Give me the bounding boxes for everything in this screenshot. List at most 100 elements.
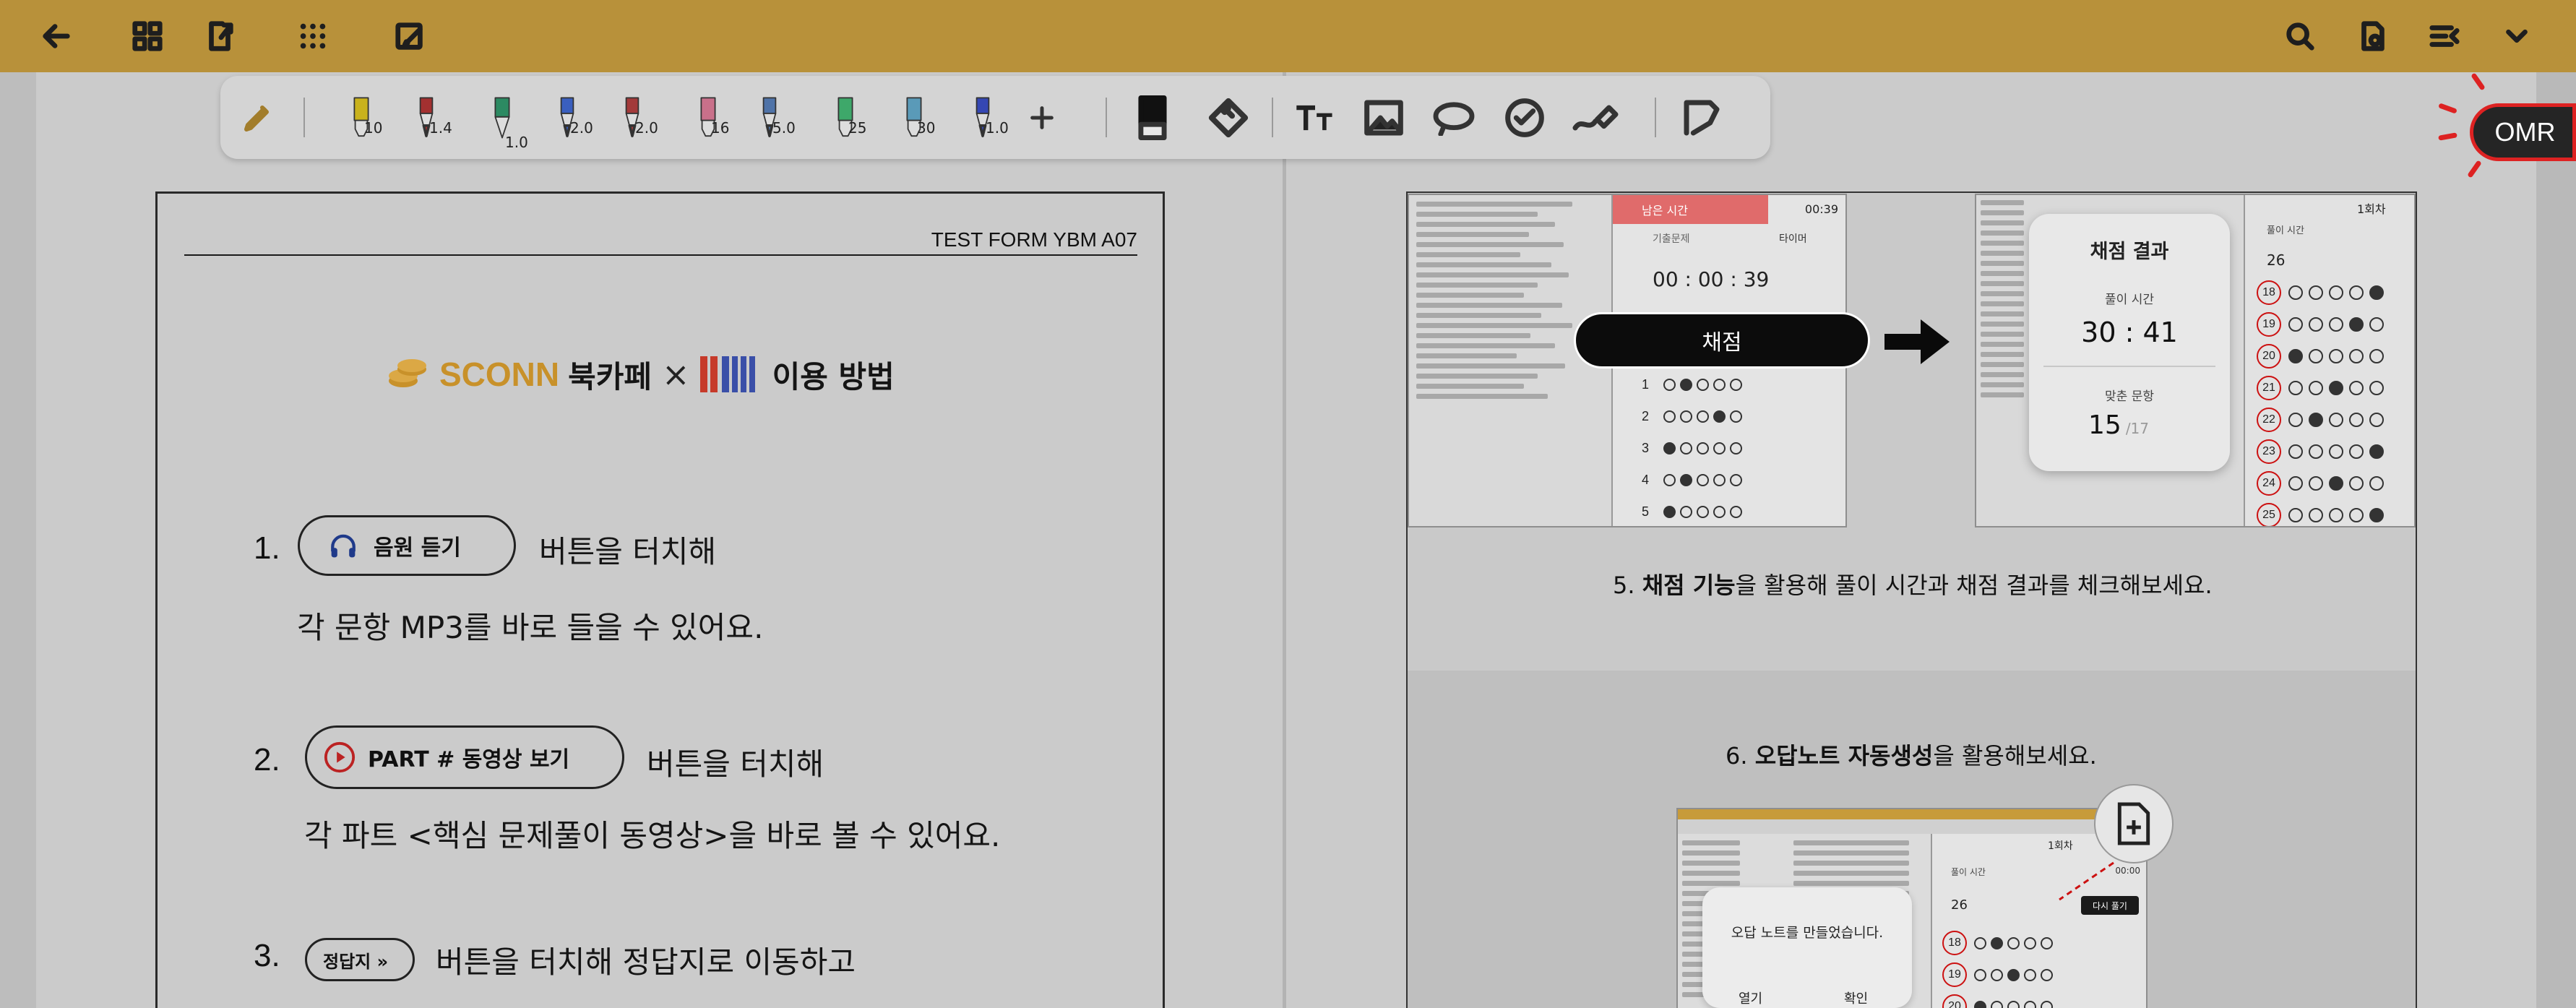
grid-icon[interactable]	[127, 16, 168, 56]
omr-row[interactable]: 18	[2257, 280, 2390, 305]
header-rule	[184, 254, 1137, 256]
remaining-time-bar: 남은 시간	[1613, 195, 1768, 224]
omr-button[interactable]: OMR	[2470, 103, 2576, 161]
omr-row[interactable]: 20	[1942, 994, 2057, 1008]
left-document: TEST FORM YBM A07 SCONN 북카페 × 이용 방법 1. 음…	[155, 191, 1165, 1008]
omr-row[interactable]: 25	[2257, 503, 2390, 526]
chevron-down-icon[interactable]	[2497, 16, 2537, 56]
caption-wrong-note-feature: 6. 오답노트 자동생성을 활용해보세요.	[1726, 742, 2097, 770]
omr-row[interactable]: 20	[2257, 344, 2390, 369]
pen-size-label: 1.0	[505, 134, 528, 151]
omr-row[interactable]: 19	[1942, 962, 2057, 987]
dialog-message: 오답 노트를 만들었습니다.	[1731, 925, 1884, 941]
pen-size-label: 25	[848, 119, 867, 137]
dialog-open-button[interactable]: 열기	[1739, 988, 1762, 1007]
remaining-time-label: 남은 시간	[1642, 204, 1688, 217]
omr-row[interactable]: 5	[1642, 504, 1746, 520]
round-label: 1회차	[2048, 840, 2073, 852]
pen-tool-8[interactable]: 25	[817, 76, 874, 159]
answer-key-label: 정답지 »	[323, 951, 389, 972]
result-card-title: 채점 결과	[2090, 241, 2169, 263]
answer-key-button[interactable]: 정답지 »	[305, 938, 415, 981]
pen-size-label: 1.4	[429, 119, 452, 137]
grading-result-card: 채점 결과 풀이 시간 30 : 41 맞춘 문항 15/17	[2029, 214, 2230, 471]
callout-dashed-lines	[2059, 861, 2114, 901]
right-margin	[2536, 72, 2576, 1008]
result-time-value: 30 : 41	[2081, 316, 2178, 348]
pen-tool-10[interactable]: 1.0	[954, 76, 1012, 159]
brand-x: ×	[662, 355, 690, 394]
omr-row[interactable]: 2	[1642, 409, 1746, 424]
pen-icon	[494, 97, 510, 138]
tablet-edit-icon[interactable]	[390, 16, 431, 56]
pen-size-label: 10	[364, 119, 383, 137]
step-1-number: 1.	[254, 530, 280, 566]
text-tool-icon[interactable]	[1290, 76, 1340, 159]
part-video-label: PART # 동영상 보기	[368, 747, 570, 772]
pen-size-label: 2.0	[635, 119, 658, 137]
pen-tool-9[interactable]: 30	[885, 76, 943, 159]
image-tool-icon[interactable]	[1358, 76, 1409, 159]
sconn-coin-logo-icon	[389, 359, 426, 387]
omr-row[interactable]: 1	[1642, 377, 1746, 392]
top-app-bar	[0, 0, 2576, 72]
pen-tool-7[interactable]: 5.0	[741, 76, 798, 159]
crop-lasso-icon[interactable]	[1676, 76, 1727, 159]
ruler-icon[interactable]	[1203, 76, 1254, 159]
share-export-icon[interactable]	[199, 16, 240, 56]
search-icon[interactable]	[2280, 16, 2320, 56]
omr-row[interactable]: 23	[2257, 439, 2390, 464]
toolbar-divider	[1655, 98, 1656, 137]
pencil-settings-icon[interactable]	[236, 76, 280, 159]
lasso-icon[interactable]	[1429, 76, 1479, 159]
page-settings-icon[interactable]	[2352, 16, 2392, 56]
pen-tool-6[interactable]: 16	[679, 76, 737, 159]
pen-tool-1[interactable]: 10	[332, 76, 390, 159]
part-video-button[interactable]: PART # 동영상 보기	[305, 725, 624, 789]
pen-size-label: 30	[917, 119, 936, 137]
listen-audio-button[interactable]: 음원 듣기	[298, 515, 516, 576]
note-add-icon	[2117, 802, 2150, 845]
play-circle-icon	[324, 741, 356, 773]
listen-audio-label: 음원 듣기	[374, 535, 461, 561]
grade-button[interactable]: 채점	[1574, 312, 1870, 369]
timer-clock: 00:39	[1804, 202, 1838, 216]
timer-tab-timer[interactable]: 타이머	[1779, 231, 1807, 246]
pen-tool-2[interactable]: 1.4	[397, 76, 455, 159]
omr-row[interactable]: 18	[1942, 931, 2057, 955]
timer-tab-past[interactable]: 기출문제	[1653, 231, 1690, 246]
step-1-text: 버튼을 터치해	[539, 534, 717, 569]
omr-row[interactable]: 24	[2257, 471, 2390, 496]
result-correct-value: 15/17	[2088, 410, 2149, 440]
add-pen-icon[interactable]	[1020, 76, 1064, 159]
back-arrow-icon[interactable]	[36, 16, 77, 56]
brand-title: SCONN 북카페 × 이용 방법	[387, 349, 895, 400]
round-label: 1회차	[2357, 202, 2386, 216]
omr-row[interactable]: 4	[1642, 473, 1746, 488]
omr-row[interactable]: 19	[2257, 312, 2390, 337]
pen-size-label: 1.0	[986, 119, 1009, 137]
headphones-icon	[331, 534, 356, 558]
question-text-lines	[1416, 197, 1590, 404]
highlighter-link-icon[interactable]	[1567, 76, 1624, 159]
eraser-icon[interactable]	[1131, 76, 1174, 159]
apps-dots-icon[interactable]	[293, 16, 333, 56]
timer-time-value: 00 : 00 : 39	[1653, 267, 1770, 291]
dialog-confirm-button[interactable]: 확인	[1844, 988, 1868, 1007]
sticker-icon[interactable]	[1499, 76, 1550, 159]
result-time-label: 풀이 시간	[2105, 293, 2154, 307]
mini-app-bar	[1678, 809, 2146, 819]
result-card-divider	[2043, 366, 2215, 367]
omr-row[interactable]: 3	[1642, 441, 1746, 456]
pen-size-label: 5.0	[772, 119, 796, 137]
omr-row[interactable]: 22	[2257, 408, 2390, 432]
test-form-header: TEST FORM YBM A07	[931, 228, 1137, 251]
list-collapse-icon[interactable]	[2424, 16, 2465, 56]
wrong-note-dialog: 오답 노트를 만들었습니다. 열기 확인	[1702, 887, 1912, 1008]
pen-size-label: 2.0	[570, 119, 593, 137]
pen-tool-5[interactable]: 2.0	[603, 76, 661, 159]
pen-tool-4[interactable]: 2.0	[538, 76, 596, 159]
omr-row[interactable]: 21	[2257, 376, 2390, 400]
mini-tab-bar	[1678, 819, 2146, 834]
pen-tool-3[interactable]: 1.0	[473, 76, 531, 159]
